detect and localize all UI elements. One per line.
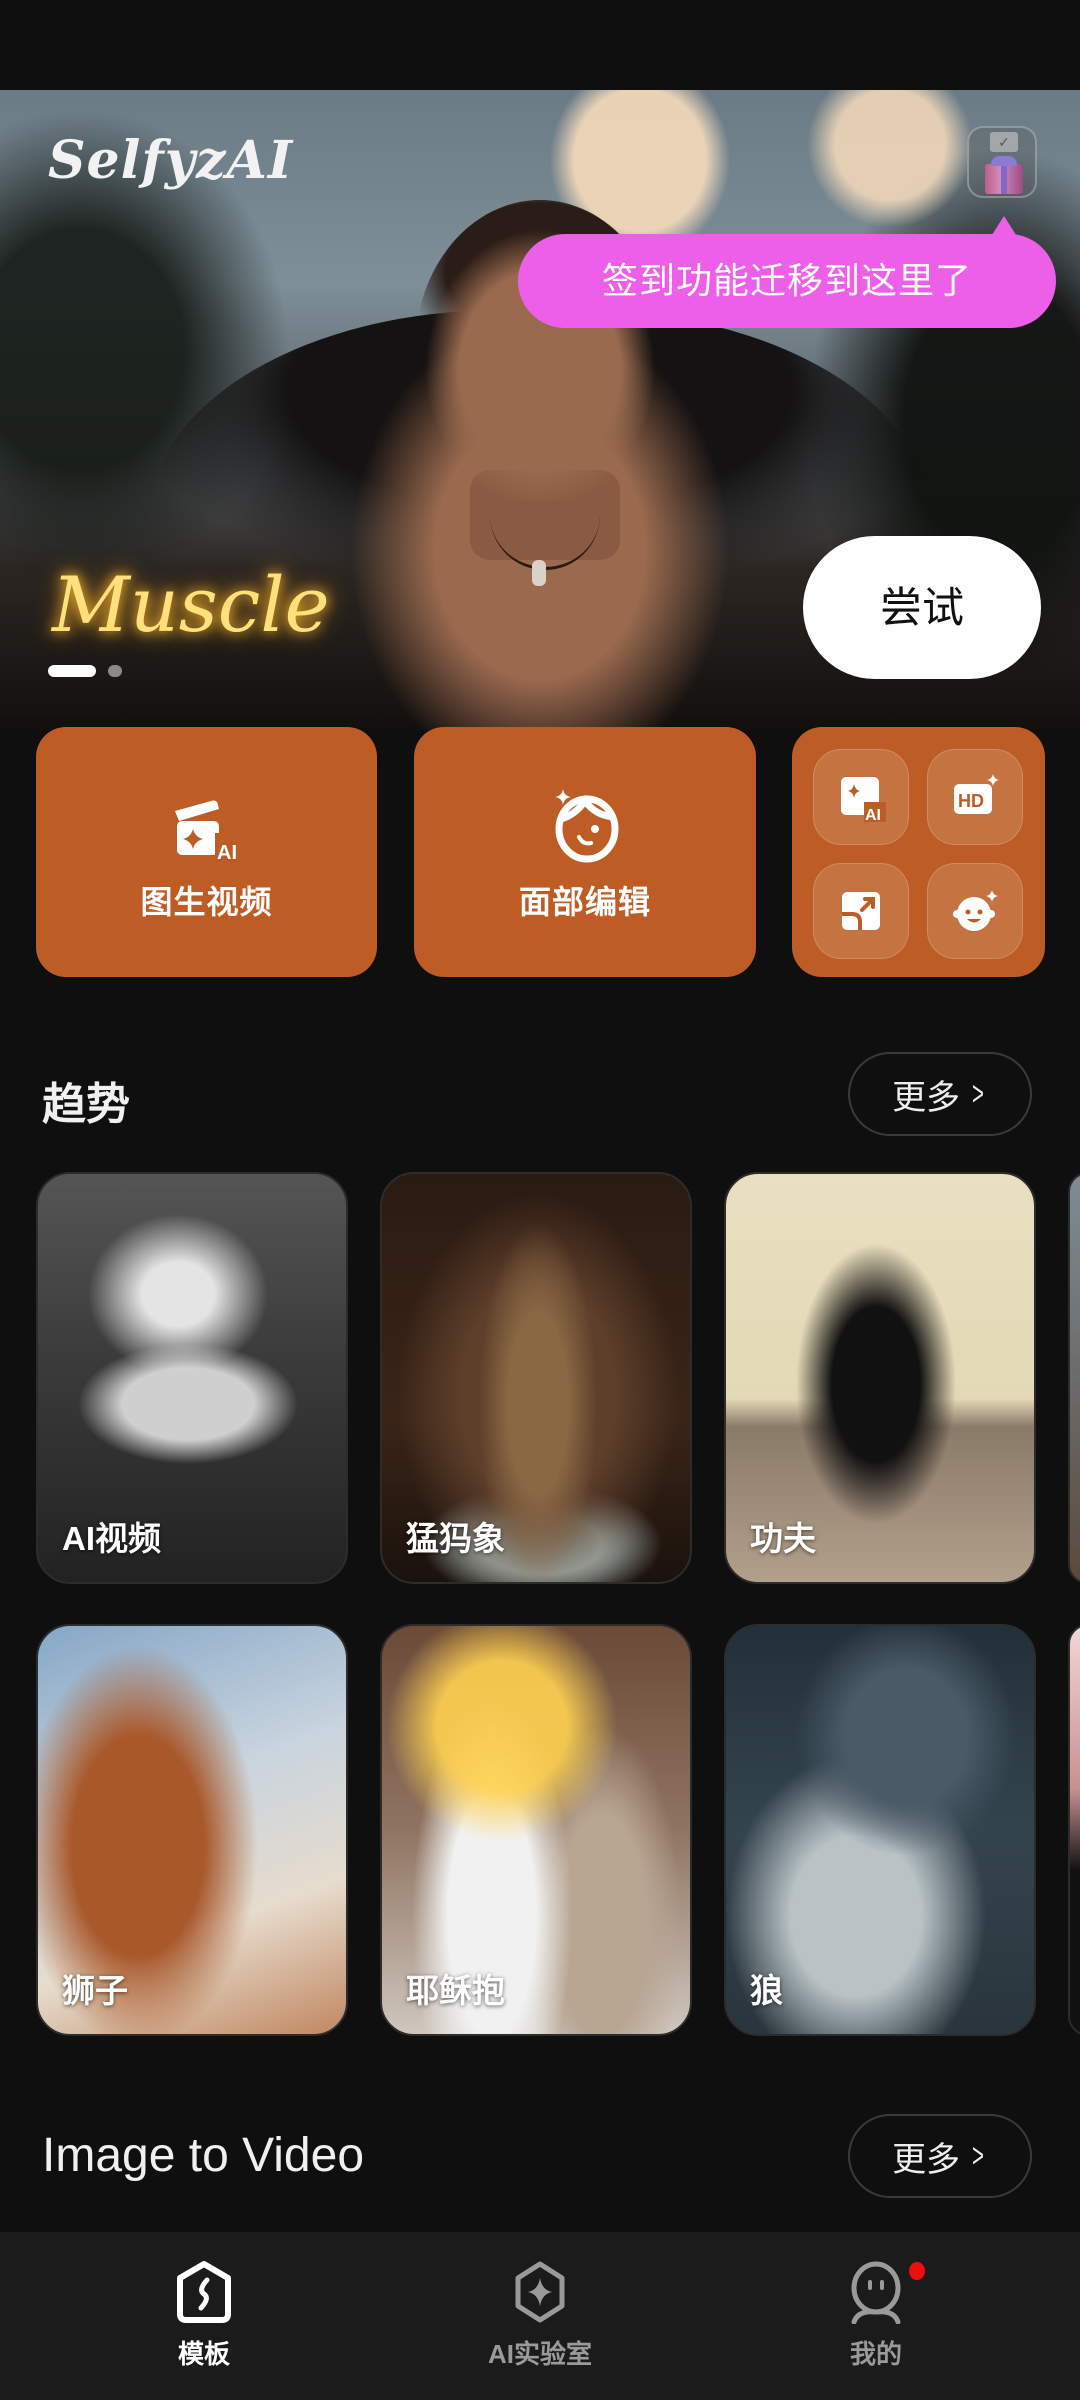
image-to-video-title: Image to Video	[42, 2129, 365, 2182]
nav-label: 我的	[849, 2339, 902, 2369]
tool-ai-image-button[interactable]: AI	[813, 749, 909, 845]
nav-tab-templates[interactable]: 模板	[104, 2260, 304, 2371]
profile-robot-icon	[851, 2261, 901, 2324]
template-card[interactable]: AI视频	[36, 1172, 348, 1584]
nav-label: AI实验室	[487, 2339, 592, 2369]
chevron-right-icon: >	[972, 2136, 984, 2175]
bottom-navigation: 模板 AI实验室 我的	[0, 2232, 1080, 2400]
template-card-label: 狮子	[62, 1972, 128, 2009]
ai-image-icon: AI	[841, 777, 886, 822]
face-sparkle-icon	[555, 789, 619, 863]
baby-face-icon	[953, 890, 998, 931]
trending-title: 趋势	[42, 1080, 130, 1129]
checkmark-icon: ✓	[990, 132, 1018, 152]
template-card[interactable]: 猛犸象	[380, 1172, 692, 1584]
svg-text:HD: HD	[958, 791, 984, 811]
template-card[interactable]: 耶稣抱	[380, 1624, 692, 2036]
gift-icon	[985, 164, 1023, 194]
template-card-partial[interactable]	[1068, 1172, 1080, 1584]
expand-image-icon	[842, 892, 880, 930]
tool-expand-image-button[interactable]	[813, 863, 909, 959]
gift-bow-icon	[991, 156, 1017, 166]
tools-grid: AI HD	[792, 727, 1045, 977]
image-to-video-more-button[interactable]: 更多 >	[848, 2114, 1032, 2198]
face-edit-card[interactable]: 面部编辑	[414, 727, 756, 977]
daily-checkin-gift-button[interactable]: ✓	[967, 126, 1037, 198]
template-card-label: 狼	[750, 1972, 783, 2009]
template-card-label: 猛犸象	[406, 1520, 505, 1557]
ai-lab-icon	[515, 2261, 565, 2323]
carousel-dot-active[interactable]	[48, 665, 96, 677]
template-card-label: AI视频	[62, 1520, 161, 1557]
template-card-label: 耶稣抱	[406, 1972, 505, 2009]
nav-tab-me[interactable]: 我的	[776, 2260, 976, 2371]
trending-more-button[interactable]: 更多 >	[848, 1052, 1032, 1136]
ai-video-icon: AI	[174, 800, 243, 864]
image-to-video-label: 图生视频	[140, 884, 273, 920]
more-label: 更多	[892, 1078, 961, 1117]
hd-enhance-icon: HD	[954, 774, 999, 814]
template-card[interactable]: 功夫	[724, 1172, 1036, 1584]
image-to-video-card[interactable]: AI 图生视频	[36, 727, 377, 977]
banner-image-pendant	[532, 560, 546, 586]
nav-label: 模板	[177, 2339, 230, 2369]
tool-baby-face-button[interactable]	[927, 863, 1023, 959]
face-edit-label: 面部编辑	[518, 884, 651, 920]
template-card[interactable]: 狼	[724, 1624, 1036, 2036]
checkin-moved-tooltip[interactable]: 签到功能迁移到这里了	[518, 216, 1056, 328]
template-card-partial[interactable]	[1068, 1624, 1080, 2036]
carousel-dot[interactable]	[108, 665, 122, 677]
app-logo: SelfyzAI	[48, 130, 294, 191]
template-card[interactable]: 狮子	[36, 1624, 348, 2036]
templates-icon	[177, 2261, 231, 2323]
svg-text:AI: AI	[217, 842, 237, 864]
tool-hd-enhance-button[interactable]: HD	[927, 749, 1023, 845]
try-button[interactable]: 尝试	[803, 536, 1041, 679]
svg-text:AI: AI	[865, 807, 881, 822]
status-bar	[0, 0, 1080, 90]
nav-tab-ai-lab[interactable]: AI实验室	[440, 2260, 640, 2371]
carousel-indicator	[48, 665, 122, 677]
template-card-label: 功夫	[750, 1520, 816, 1557]
chevron-right-icon: >	[972, 1074, 984, 1113]
banner-title: Muscle	[52, 560, 330, 649]
more-label: 更多	[892, 2140, 961, 2179]
notification-badge	[909, 2262, 925, 2280]
